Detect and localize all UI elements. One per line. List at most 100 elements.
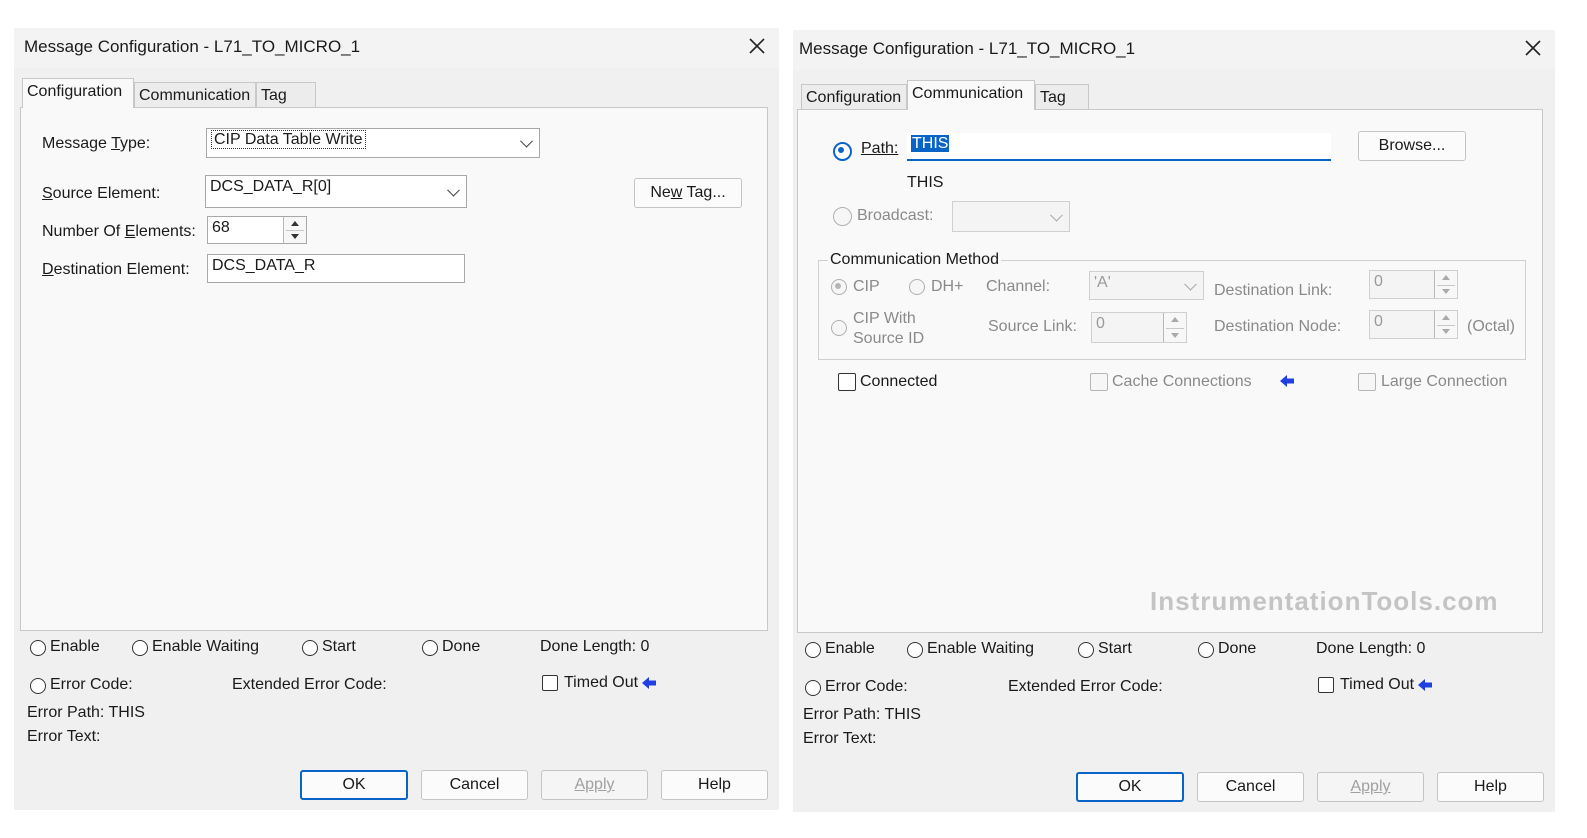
- cache-connections-checkbox[interactable]: [1090, 373, 1108, 391]
- large-connection-label: Large Connection: [1381, 373, 1508, 390]
- timed-out-label: Timed Out: [1340, 676, 1415, 693]
- source-link-spinner[interactable]: 0: [1091, 312, 1187, 343]
- extended-error-code-label: Extended Error Code:: [1008, 678, 1163, 695]
- number-of-elements-spinner[interactable]: 68: [207, 216, 307, 244]
- path-radio[interactable]: [833, 142, 852, 161]
- channel-select[interactable]: 'A': [1089, 271, 1204, 300]
- done-indicator: [1198, 642, 1214, 658]
- destination-node-spinner[interactable]: 0: [1369, 310, 1458, 339]
- left-dialog: Message Configuration - L71_TO_MICRO_1 C…: [14, 28, 779, 810]
- chevron-down-icon: [1050, 208, 1063, 222]
- message-type-label: Message Type:: [42, 135, 151, 152]
- chevron-down-icon: [520, 134, 533, 148]
- message-type-select[interactable]: CIP Data Table Write: [206, 128, 540, 158]
- channel-label: Channel:: [986, 278, 1051, 295]
- enable-label: Enable: [825, 640, 875, 657]
- path-resolved: THIS: [907, 174, 944, 191]
- spinner-arrows-icon[interactable]: [283, 217, 306, 243]
- title-bar: Message Configuration - L71_TO_MICRO_1: [793, 30, 1555, 70]
- connected-checkbox[interactable]: [838, 373, 856, 391]
- extended-error-code-label: Extended Error Code:: [232, 676, 387, 693]
- new-tag-button[interactable]: New Tag...: [634, 178, 742, 208]
- broadcast-select[interactable]: [952, 201, 1070, 232]
- enable-indicator: [30, 640, 46, 656]
- tab-configuration[interactable]: Configuration: [801, 84, 907, 110]
- arrow-left-icon: [1280, 375, 1294, 387]
- title-bar: Message Configuration - L71_TO_MICRO_1: [14, 28, 779, 68]
- done-label: Done: [442, 638, 481, 655]
- large-connection-checkbox[interactable]: [1358, 373, 1376, 391]
- cip-label: CIP: [853, 278, 880, 295]
- destination-element-label: Destination Element:: [42, 261, 190, 278]
- cache-connections-label: Cache Connections: [1112, 373, 1252, 390]
- cip-with-source-radio[interactable]: [831, 320, 847, 336]
- close-icon[interactable]: [1521, 36, 1545, 60]
- help-button[interactable]: Help: [1437, 772, 1544, 802]
- error-path: Error Path: THIS: [27, 704, 145, 721]
- broadcast-label: Broadcast:: [857, 207, 934, 224]
- destination-node-label: Destination Node:: [1214, 318, 1342, 335]
- enable-waiting-indicator: [907, 642, 923, 658]
- watermark: InstrumentationTools.com: [1150, 586, 1499, 616]
- path-input[interactable]: THIS: [907, 133, 1331, 161]
- cancel-button[interactable]: Cancel: [421, 770, 528, 800]
- error-code-indicator: [30, 678, 46, 694]
- connected-label: Connected: [860, 373, 938, 390]
- start-indicator: [1078, 642, 1094, 658]
- tab-communication[interactable]: Communication: [907, 80, 1035, 110]
- help-button[interactable]: Help: [661, 770, 768, 800]
- spinner-arrows-icon[interactable]: [1163, 313, 1186, 342]
- enable-waiting-indicator: [132, 640, 148, 656]
- done-indicator: [422, 640, 438, 656]
- chevron-down-icon: [447, 183, 460, 197]
- octal-label: (Octal): [1467, 318, 1515, 335]
- browse-button[interactable]: Browse...: [1358, 131, 1466, 161]
- tab-communication[interactable]: Communication: [134, 82, 256, 108]
- timed-out-checkbox: [542, 675, 558, 691]
- error-text: Error Text:: [803, 730, 877, 747]
- enable-waiting-label: Enable Waiting: [927, 640, 1035, 657]
- apply-button[interactable]: Apply: [1317, 772, 1424, 802]
- ok-button[interactable]: OK: [300, 770, 408, 800]
- dhplus-radio[interactable]: [909, 279, 925, 295]
- cip-radio[interactable]: [831, 279, 847, 295]
- done-length: Done Length: 0: [1316, 640, 1426, 657]
- error-code-indicator: [805, 680, 821, 696]
- window-title: Message Configuration - L71_TO_MICRO_1: [799, 39, 1136, 58]
- error-text: Error Text:: [27, 728, 101, 745]
- error-code-label: Error Code:: [825, 678, 908, 695]
- path-label: Path:: [861, 140, 899, 157]
- number-of-elements-label: Number Of Elements:: [42, 223, 196, 240]
- source-link-label: Source Link:: [988, 318, 1077, 335]
- tab-tag[interactable]: Tag: [256, 82, 316, 108]
- error-code-label: Error Code:: [50, 676, 133, 693]
- source-element-label: Source Element:: [42, 185, 161, 202]
- start-label: Start: [1098, 640, 1132, 657]
- done-length: Done Length: 0: [540, 638, 650, 655]
- enable-indicator: [805, 642, 821, 658]
- destination-link-spinner[interactable]: 0: [1369, 270, 1458, 299]
- arrow-left-icon: [642, 677, 656, 689]
- spinner-arrows-icon[interactable]: [1434, 271, 1457, 298]
- spinner-arrows-icon[interactable]: [1434, 311, 1457, 338]
- destination-element-input[interactable]: DCS_DATA_R: [207, 254, 465, 283]
- timed-out-label: Timed Out: [564, 674, 639, 691]
- enable-label: Enable: [50, 638, 100, 655]
- start-indicator: [302, 640, 318, 656]
- apply-button[interactable]: Apply: [541, 770, 648, 800]
- close-icon[interactable]: [745, 34, 769, 58]
- cancel-button[interactable]: Cancel: [1197, 772, 1304, 802]
- broadcast-radio[interactable]: [833, 207, 852, 226]
- arrow-left-icon: [1418, 679, 1432, 691]
- dhplus-label: DH+: [931, 278, 964, 295]
- error-path: Error Path: THIS: [803, 706, 921, 723]
- tab-tag[interactable]: Tag: [1035, 84, 1089, 110]
- enable-waiting-label: Enable Waiting: [152, 638, 260, 655]
- ok-button[interactable]: OK: [1076, 772, 1184, 802]
- tab-configuration[interactable]: Configuration: [22, 78, 134, 108]
- destination-link-label: Destination Link:: [1214, 282, 1333, 299]
- window-title: Message Configuration - L71_TO_MICRO_1: [24, 37, 361, 56]
- source-element-combo[interactable]: DCS_DATA_R[0]: [205, 175, 467, 208]
- communication-method-label: Communication Method: [828, 251, 1001, 269]
- right-dialog: Message Configuration - L71_TO_MICRO_1 C…: [793, 30, 1555, 812]
